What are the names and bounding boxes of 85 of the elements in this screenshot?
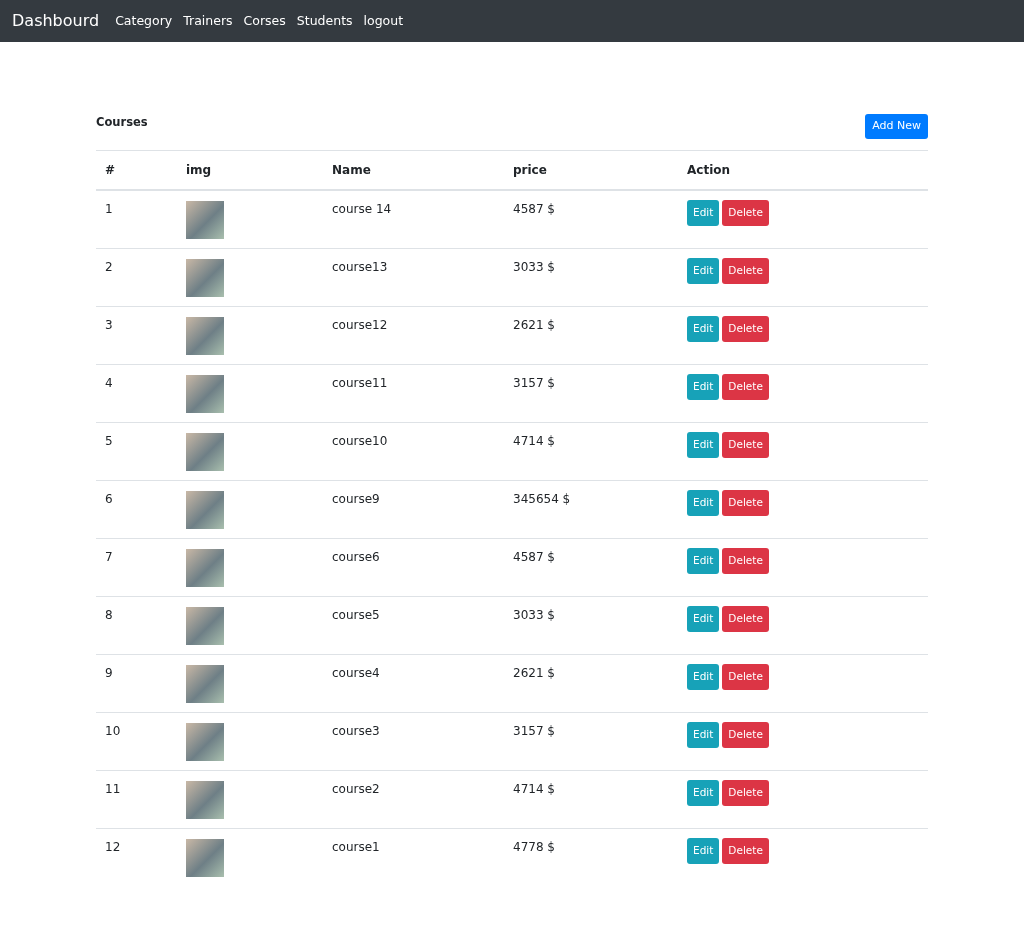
edit-button[interactable]: Edit <box>687 200 720 226</box>
table-cell: 2 <box>96 248 177 307</box>
delete-button[interactable]: Delete <box>722 258 769 284</box>
delete-button[interactable]: Delete <box>722 374 769 400</box>
table-cell: 5 <box>96 422 177 481</box>
table-cell: 4587 $ <box>504 538 678 597</box>
edit-button[interactable]: Edit <box>687 316 720 342</box>
table-cell: 3157 $ <box>504 712 678 771</box>
table-cell: course12 <box>323 306 504 365</box>
edit-button[interactable]: Edit <box>687 374 720 400</box>
column-header: # <box>96 150 177 190</box>
table-cell: course1 <box>323 828 504 886</box>
table-cell: 1 <box>96 190 177 249</box>
delete-button[interactable]: Delete <box>722 490 769 516</box>
table-cell: course13 <box>323 248 504 307</box>
table-cell: 6 <box>96 480 177 539</box>
table-cell: 3157 $ <box>504 364 678 423</box>
nav-link[interactable]: Corses <box>243 11 286 31</box>
photo-placeholder <box>186 259 224 297</box>
photo-placeholder <box>186 665 224 703</box>
photo-placeholder <box>186 607 224 645</box>
table-cell: course2 <box>323 770 504 829</box>
table-cell: 4778 $ <box>504 828 678 886</box>
column-header: Action <box>678 150 928 190</box>
delete-button[interactable]: Delete <box>722 722 769 748</box>
delete-button[interactable]: Delete <box>722 664 769 690</box>
edit-button[interactable]: Edit <box>687 838 720 864</box>
delete-button[interactable]: Delete <box>722 606 769 632</box>
table-cell: course 14 <box>323 190 504 249</box>
edit-button[interactable]: Edit <box>687 664 720 690</box>
nav-link[interactable]: Students <box>296 11 353 31</box>
delete-button[interactable]: Delete <box>722 838 769 864</box>
page-title: Courses <box>96 114 148 131</box>
photo-placeholder <box>186 839 224 877</box>
delete-button[interactable]: Delete <box>722 316 769 342</box>
edit-button[interactable]: Edit <box>687 548 720 574</box>
table-cell: course4 <box>323 654 504 713</box>
table-cell: 3 <box>96 306 177 365</box>
edit-button[interactable]: Edit <box>687 606 720 632</box>
column-header: price <box>504 150 678 190</box>
table-cell: 10 <box>96 712 177 771</box>
table-cell: 345654 $ <box>504 480 678 539</box>
nav-link[interactable]: logout <box>363 11 404 31</box>
photo-placeholder <box>186 201 224 239</box>
edit-button[interactable]: Edit <box>687 722 720 748</box>
delete-button[interactable]: Delete <box>722 548 769 574</box>
delete-button[interactable]: Delete <box>722 780 769 806</box>
table-cell: course11 <box>323 364 504 423</box>
nav-link[interactable]: Trainers <box>183 11 233 31</box>
edit-button[interactable]: Edit <box>687 432 720 458</box>
table-cell: 4714 $ <box>504 422 678 481</box>
table-cell: course6 <box>323 538 504 597</box>
edit-button[interactable]: Edit <box>687 780 720 806</box>
table-cell: 2621 $ <box>504 654 678 713</box>
photo-placeholder <box>186 433 224 471</box>
photo-placeholder <box>186 723 224 761</box>
table-cell: 2621 $ <box>504 306 678 365</box>
photo-placeholder <box>186 491 224 529</box>
table-cell: course9 <box>323 480 504 539</box>
table-cell: 4587 $ <box>504 190 678 249</box>
add-new-button[interactable]: Add New <box>865 114 928 139</box>
photo-placeholder <box>186 549 224 587</box>
table-cell: 8 <box>96 596 177 655</box>
table-cell: 7 <box>96 538 177 597</box>
edit-button[interactable]: Edit <box>687 490 720 516</box>
photo-placeholder <box>186 317 224 355</box>
table-cell: 3033 $ <box>504 248 678 307</box>
delete-button[interactable]: Delete <box>722 200 769 226</box>
table-cell: 9 <box>96 654 177 713</box>
table-cell: course10 <box>323 422 504 481</box>
table-cell: 11 <box>96 770 177 829</box>
table-cell: 3033 $ <box>504 596 678 655</box>
table-cell: 12 <box>96 828 177 886</box>
column-header: img <box>177 150 323 190</box>
photo-placeholder <box>186 375 224 413</box>
table-cell: 4 <box>96 364 177 423</box>
photo-placeholder <box>186 781 224 819</box>
table-cell: course5 <box>323 596 504 655</box>
table-cell: course3 <box>323 712 504 771</box>
table-cell: 4714 $ <box>504 770 678 829</box>
brand-link[interactable]: Dashbourd <box>12 9 100 33</box>
nav-link[interactable]: Category <box>115 11 173 31</box>
delete-button[interactable]: Delete <box>722 432 769 458</box>
edit-button[interactable]: Edit <box>687 258 720 284</box>
column-header: Name <box>323 150 504 190</box>
